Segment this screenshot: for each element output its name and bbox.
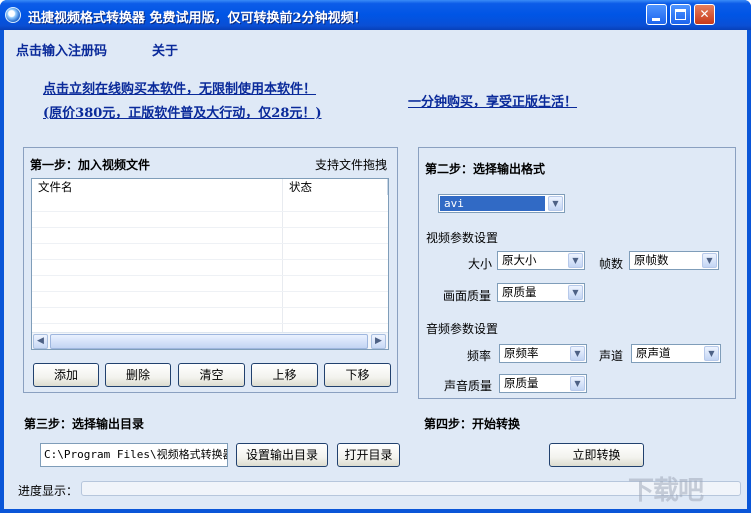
video-quality-label: 画面质量 — [443, 289, 492, 303]
step1-title: 第一步：加入视频文件 — [30, 158, 151, 172]
size-value: 原大小 — [502, 253, 537, 267]
app-window: 迅捷视频格式转换器 免费试用版，仅可转换前2分钟视频！ ✕ 点击输入注册码 关于… — [0, 0, 751, 513]
row-divider — [32, 243, 388, 244]
audio-quality-label: 声音质量 — [444, 379, 493, 393]
video-settings-heading: 视频参数设置 — [426, 231, 499, 245]
close-button[interactable]: ✕ — [694, 4, 715, 25]
column-header-filename[interactable]: 文件名 — [32, 179, 283, 195]
chevron-down-icon[interactable]: ▼ — [704, 346, 719, 361]
fps-value: 原帧数 — [634, 253, 669, 267]
price-link[interactable]: (原价380元，正版软件普及大行动，仅28元！) — [43, 102, 322, 121]
buy-link[interactable]: 点击立刻在线购买本软件，无限制使用本软件！ — [43, 78, 316, 97]
slogan-link[interactable]: 一分钟购买，享受正版生活！ — [408, 91, 577, 110]
column-header-status[interactable]: 状态 — [283, 179, 388, 195]
output-path-field[interactable]: C:\Program Files\视频格式转换器 — [40, 443, 228, 467]
progress-label: 进度显示： — [18, 484, 79, 498]
size-label: 大小 — [468, 257, 493, 271]
horizontal-scrollbar[interactable]: ◀ ▶ — [32, 332, 388, 349]
channel-label: 声道 — [599, 349, 624, 363]
row-divider — [32, 307, 388, 308]
row-divider — [32, 275, 388, 276]
maximize-button[interactable] — [670, 4, 691, 25]
about-link[interactable]: 关于 — [152, 40, 178, 59]
samplerate-select[interactable]: 原频率 ▼ — [499, 344, 587, 363]
scroll-left-icon[interactable]: ◀ — [33, 334, 48, 349]
add-button[interactable]: 添加 — [33, 363, 99, 387]
step2-title: 第二步：选择输出格式 — [425, 162, 546, 176]
samplerate-label: 频率 — [467, 349, 492, 363]
chevron-down-icon[interactable]: ▼ — [702, 253, 717, 268]
size-select[interactable]: 原大小 ▼ — [497, 251, 585, 270]
client-area: 点击输入注册码 关于 点击立刻在线购买本软件，无限制使用本软件！ (原价380元… — [4, 30, 747, 509]
move-down-button[interactable]: 下移 — [324, 363, 391, 387]
video-quality-value: 原质量 — [502, 285, 537, 299]
row-divider — [32, 259, 388, 260]
delete-button[interactable]: 删除 — [105, 363, 171, 387]
format-select[interactable]: avi ▼ — [438, 194, 565, 213]
step2-group: 第二步：选择输出格式 avi ▼ 视频参数设置 大小 原大小 ▼ 帧数 原帧数 … — [418, 147, 736, 399]
row-divider — [32, 291, 388, 292]
audio-settings-heading: 音频参数设置 — [426, 322, 499, 336]
set-output-dir-button[interactable]: 设置输出目录 — [236, 443, 328, 467]
audio-quality-select[interactable]: 原质量 ▼ — [499, 374, 587, 393]
step3-title: 第三步：选择输出目录 — [24, 417, 145, 431]
move-up-button[interactable]: 上移 — [251, 363, 318, 387]
step1-group: 第一步：加入视频文件 支持文件拖拽 文件名 状态 ◀ ▶ 添加 删除 清空 上移… — [23, 147, 398, 393]
open-dir-button[interactable]: 打开目录 — [337, 443, 400, 467]
row-divider — [32, 227, 388, 228]
scroll-right-icon[interactable]: ▶ — [371, 334, 386, 349]
fps-label: 帧数 — [599, 257, 624, 271]
maximize-icon — [675, 9, 686, 20]
column-divider — [282, 179, 283, 333]
chevron-down-icon[interactable]: ▼ — [568, 253, 583, 268]
row-divider — [32, 211, 388, 212]
register-link[interactable]: 点击输入注册码 — [16, 40, 107, 59]
clear-button[interactable]: 清空 — [178, 363, 245, 387]
file-list[interactable]: 文件名 状态 ◀ ▶ — [31, 178, 389, 350]
drag-drop-hint: 支持文件拖拽 — [315, 158, 388, 172]
channel-select[interactable]: 原声道 ▼ — [631, 344, 721, 363]
fps-select[interactable]: 原帧数 ▼ — [629, 251, 719, 270]
chevron-down-icon[interactable]: ▼ — [570, 346, 585, 361]
video-quality-select[interactable]: 原质量 ▼ — [497, 283, 585, 302]
format-value: avi — [440, 196, 545, 211]
minimize-icon — [652, 18, 660, 21]
audio-quality-value: 原质量 — [504, 376, 539, 390]
step4-title: 第四步：开始转换 — [424, 417, 521, 431]
scroll-thumb[interactable] — [50, 334, 368, 349]
app-icon — [5, 7, 21, 23]
row-divider — [32, 323, 388, 324]
chevron-down-icon[interactable]: ▼ — [568, 285, 583, 300]
chevron-down-icon[interactable]: ▼ — [570, 376, 585, 391]
channel-value: 原声道 — [636, 346, 671, 360]
title-bar[interactable]: 迅捷视频格式转换器 免费试用版，仅可转换前2分钟视频！ ✕ — [0, 0, 751, 30]
watermark-logo: 下载吧 — [628, 476, 704, 506]
chevron-down-icon[interactable]: ▼ — [548, 196, 563, 211]
close-icon: ✕ — [699, 7, 710, 21]
start-convert-button[interactable]: 立即转换 — [549, 443, 644, 467]
minimize-button[interactable] — [646, 4, 667, 25]
window-title: 迅捷视频格式转换器 免费试用版，仅可转换前2分钟视频！ — [28, 11, 367, 26]
samplerate-value: 原频率 — [504, 346, 539, 360]
